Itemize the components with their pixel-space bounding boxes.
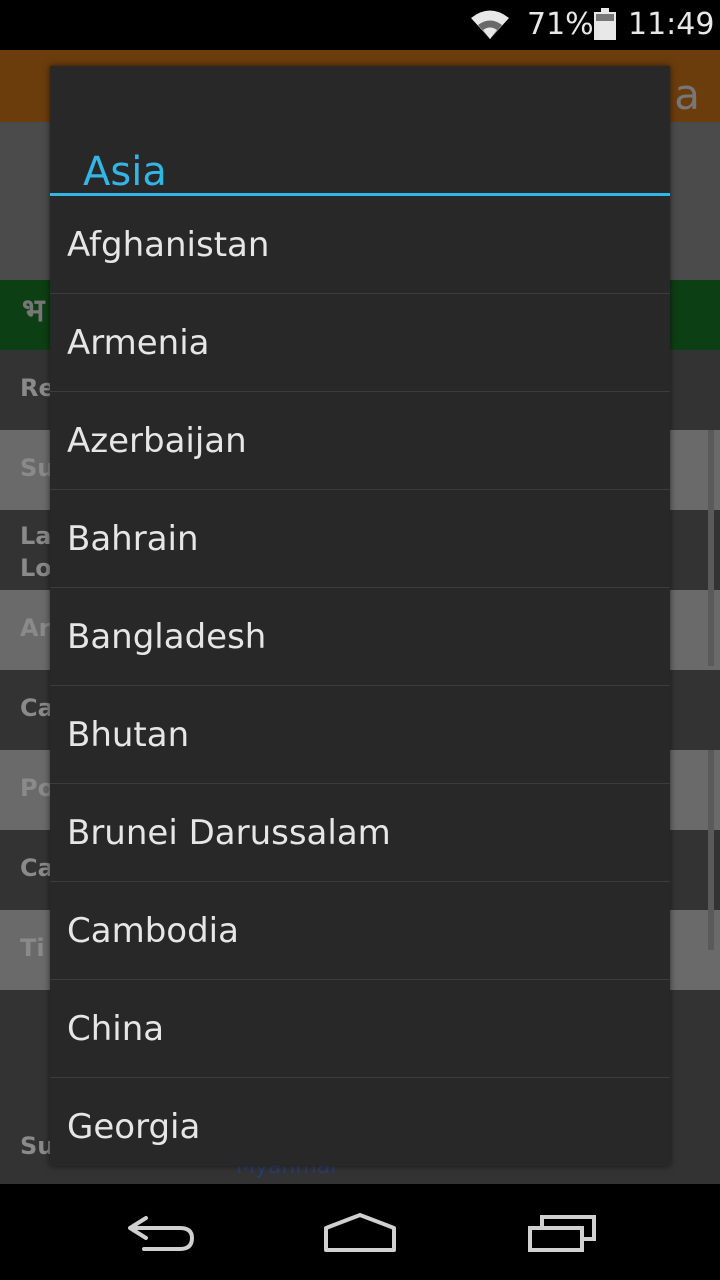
- row-label: La Lo: [20, 522, 52, 582]
- clock: 11:49: [628, 7, 715, 42]
- country-picker-dialog: Asia Afghanistan Armenia Azerbaijan Bahr…: [50, 66, 670, 1166]
- scrollbar[interactable]: [708, 750, 714, 950]
- list-item-label: Bhutan: [67, 714, 190, 755]
- app-title-fragment: a: [674, 70, 700, 119]
- home-icon[interactable]: [322, 1212, 398, 1254]
- list-item-georgia[interactable]: Georgia: [50, 1078, 670, 1166]
- list-item-label: Bangladesh: [67, 616, 267, 657]
- list-item-label: Cambodia: [67, 910, 239, 951]
- row-label: Ca: [20, 854, 54, 882]
- list-item-bhutan[interactable]: Bhutan: [50, 686, 670, 784]
- navigation-bar: [0, 1184, 720, 1280]
- row-label: Po: [20, 774, 55, 802]
- list-item-brunei-darussalam[interactable]: Brunei Darussalam: [50, 784, 670, 882]
- back-icon[interactable]: [124, 1214, 196, 1254]
- row-label: Ca: [20, 694, 54, 722]
- status-bar: 71% 11:49: [0, 0, 720, 50]
- dialog-title: Asia: [83, 149, 167, 195]
- list-item-label: China: [67, 1008, 165, 1049]
- wifi-icon: [471, 10, 509, 39]
- battery-icon: [594, 8, 616, 40]
- battery-percent: 71%: [527, 7, 594, 42]
- list-item-bahrain[interactable]: Bahrain: [50, 490, 670, 588]
- list-item-bangladesh[interactable]: Bangladesh: [50, 588, 670, 686]
- list-item-label: Brunei Darussalam: [67, 812, 391, 853]
- row-label: Ti: [20, 934, 45, 962]
- list-item-label: Georgia: [67, 1106, 201, 1147]
- list-item-azerbaijan[interactable]: Azerbaijan: [50, 392, 670, 490]
- list-item-label: Azerbaijan: [67, 420, 247, 461]
- list-item-label: Afghanistan: [67, 224, 270, 265]
- country-list: Afghanistan Armenia Azerbaijan Bahrain B…: [50, 196, 670, 1166]
- list-item-cambodia[interactable]: Cambodia: [50, 882, 670, 980]
- scrollbar[interactable]: [708, 430, 714, 666]
- recent-apps-icon[interactable]: [526, 1214, 598, 1254]
- list-item-china[interactable]: China: [50, 980, 670, 1078]
- hindi-text-fragment: भ: [22, 291, 45, 329]
- list-item-armenia[interactable]: Armenia: [50, 294, 670, 392]
- row-label: Ar: [20, 614, 51, 642]
- list-item-label: Armenia: [67, 322, 210, 363]
- list-item-afghanistan[interactable]: Afghanistan: [50, 196, 670, 294]
- list-item-label: Bahrain: [67, 518, 199, 559]
